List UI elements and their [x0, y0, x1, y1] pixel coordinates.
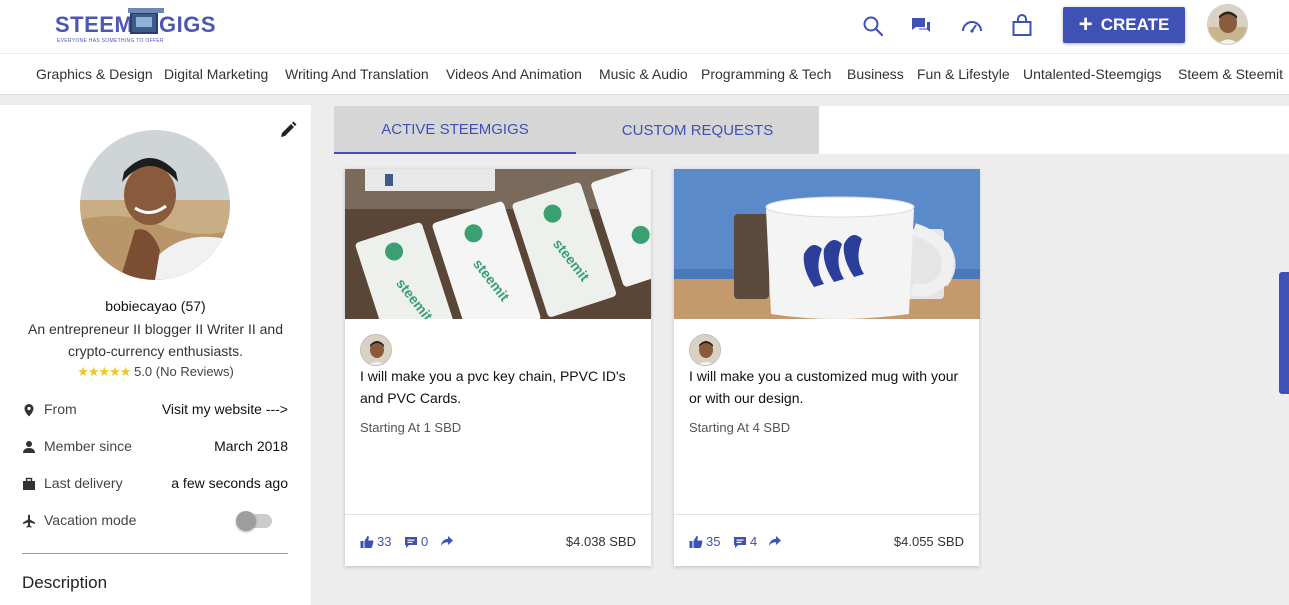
logo-text-right: GIGS — [159, 12, 217, 37]
category-programming-tech[interactable]: Programming & Tech — [701, 66, 831, 82]
rating-stars: ★★★★★ — [77, 364, 131, 379]
gig-price: $4.038 SBD — [565, 534, 636, 549]
category-graphics-design[interactable]: Graphics & Design — [36, 66, 153, 82]
comment-icon — [405, 536, 417, 548]
gig-likes-count: 33 — [377, 534, 392, 549]
gig-starting-price: Starting At 4 SBD — [689, 420, 791, 435]
info-row-last-delivery: Last delivery a few seconds ago — [22, 475, 288, 495]
rating-text: 5.0 (No Reviews) — [134, 364, 234, 379]
user-avatar[interactable] — [1207, 4, 1248, 45]
gig-comments[interactable]: 4 — [733, 534, 757, 549]
category-fun-lifestyle[interactable]: Fun & Lifestyle — [917, 66, 1010, 82]
gig-card-footer: 35 4 $4.055 SBD — [674, 514, 979, 566]
info-value-member-since: March 2018 — [214, 438, 288, 454]
info-label-from: From — [44, 401, 77, 417]
gig-image-keychains[interactable]: steemit steemit steemit — [345, 169, 651, 319]
logo-text-left: STEEM — [55, 12, 134, 37]
create-button[interactable]: + CREATE — [1063, 7, 1185, 43]
create-button-label: CREATE — [1100, 15, 1170, 34]
info-row-member-since: Member since March 2018 — [22, 438, 288, 458]
gig-comments[interactable]: 0 — [404, 534, 428, 549]
category-music-audio[interactable]: Music & Audio — [599, 66, 688, 82]
gig-card[interactable]: steemit steemit steemit I will make you … — [345, 169, 651, 566]
profile-photo — [80, 130, 230, 280]
gig-comments-count: 4 — [750, 534, 758, 549]
category-untalented-steemgigs[interactable]: Untalented-Steemgigs — [1023, 66, 1162, 82]
share-icon[interactable] — [440, 534, 454, 548]
seller-avatar[interactable] — [360, 334, 392, 366]
gig-title[interactable]: I will make you a pvc key chain, PPVC ID… — [360, 365, 640, 409]
category-steem-steemit[interactable]: Steem & Steemit — [1178, 66, 1283, 82]
dashboard-icon[interactable] — [960, 14, 984, 38]
description-heading: Description — [22, 573, 108, 592]
gig-price: $4.055 SBD — [893, 534, 964, 549]
category-digital-marketing[interactable]: Digital Marketing — [164, 66, 268, 82]
top-header: STEEM GIGS EVERYONE HAS SOMETHING TO OFF… — [0, 0, 1289, 54]
gig-likes[interactable]: 35 — [689, 534, 720, 549]
gig-card[interactable]: I will make you a customized mug with yo… — [674, 169, 980, 566]
profile-bio: An entrepreneur II blogger II Writer II … — [28, 321, 283, 359]
chat-icon[interactable] — [909, 14, 933, 38]
search-icon[interactable] — [861, 14, 885, 38]
category-writing-translation[interactable]: Writing And Translation — [285, 66, 429, 82]
briefcase-icon — [23, 477, 35, 490]
gig-likes[interactable]: 33 — [360, 534, 391, 549]
profile-sidebar: bobiecayao (57) An entrepreneur II blogg… — [0, 105, 311, 605]
gig-title[interactable]: I will make you a customized mug with yo… — [689, 365, 969, 409]
gig-likes-count: 35 — [706, 534, 721, 549]
logo-computer-icon — [128, 8, 164, 34]
comment-icon — [734, 536, 746, 548]
gig-comments-count: 0 — [421, 534, 429, 549]
category-nav: Graphics & Design Digital Marketing Writ… — [0, 54, 1289, 95]
vacation-mode-toggle[interactable] — [236, 511, 272, 531]
gig-card-footer: 33 0 $4.038 SBD — [345, 514, 651, 566]
share-icon[interactable] — [768, 534, 782, 548]
info-label-vacation-mode: Vacation mode — [44, 512, 137, 528]
info-row-from: From Visit my website ---> — [22, 401, 288, 421]
thumbs-up-icon — [689, 535, 703, 548]
sidebar-divider — [22, 553, 288, 554]
shopping-bag-icon[interactable] — [1010, 14, 1034, 38]
gig-image-mug[interactable] — [674, 169, 980, 319]
info-row-vacation-mode: Vacation mode — [22, 511, 288, 532]
tab-active-steemgigs[interactable]: ACTIVE STEEMGIGS — [334, 106, 576, 154]
profile-username: bobiecayao (57) — [105, 298, 206, 314]
info-label-last-delivery: Last delivery — [44, 475, 123, 491]
seller-avatar[interactable] — [689, 334, 721, 366]
profile-rating: ★★★★★ 5.0 (No Reviews) — [0, 364, 311, 380]
category-business[interactable]: Business — [847, 66, 904, 82]
plus-icon: + — [1078, 11, 1093, 38]
category-videos-animation[interactable]: Videos And Animation — [446, 66, 582, 82]
location-pin-icon — [24, 404, 34, 417]
visit-website-link[interactable]: Visit my website ---> — [162, 401, 288, 417]
edit-pencil-icon[interactable] — [278, 120, 298, 140]
steemgigs-logo[interactable]: STEEM GIGS EVERYONE HAS SOMETHING TO OFF… — [55, 8, 217, 46]
tab-custom-requests[interactable]: CUSTOM REQUESTS — [576, 106, 819, 154]
thumbs-up-icon — [360, 535, 374, 548]
airplane-icon — [23, 514, 35, 528]
info-value-last-delivery: a few seconds ago — [171, 475, 288, 491]
person-icon — [23, 441, 35, 453]
gig-starting-price: Starting At 1 SBD — [360, 420, 462, 435]
info-label-member-since: Member since — [44, 438, 132, 454]
logo-tagline: EVERYONE HAS SOMETHING TO OFFER — [57, 38, 164, 44]
side-drawer-handle[interactable] — [1279, 272, 1289, 394]
